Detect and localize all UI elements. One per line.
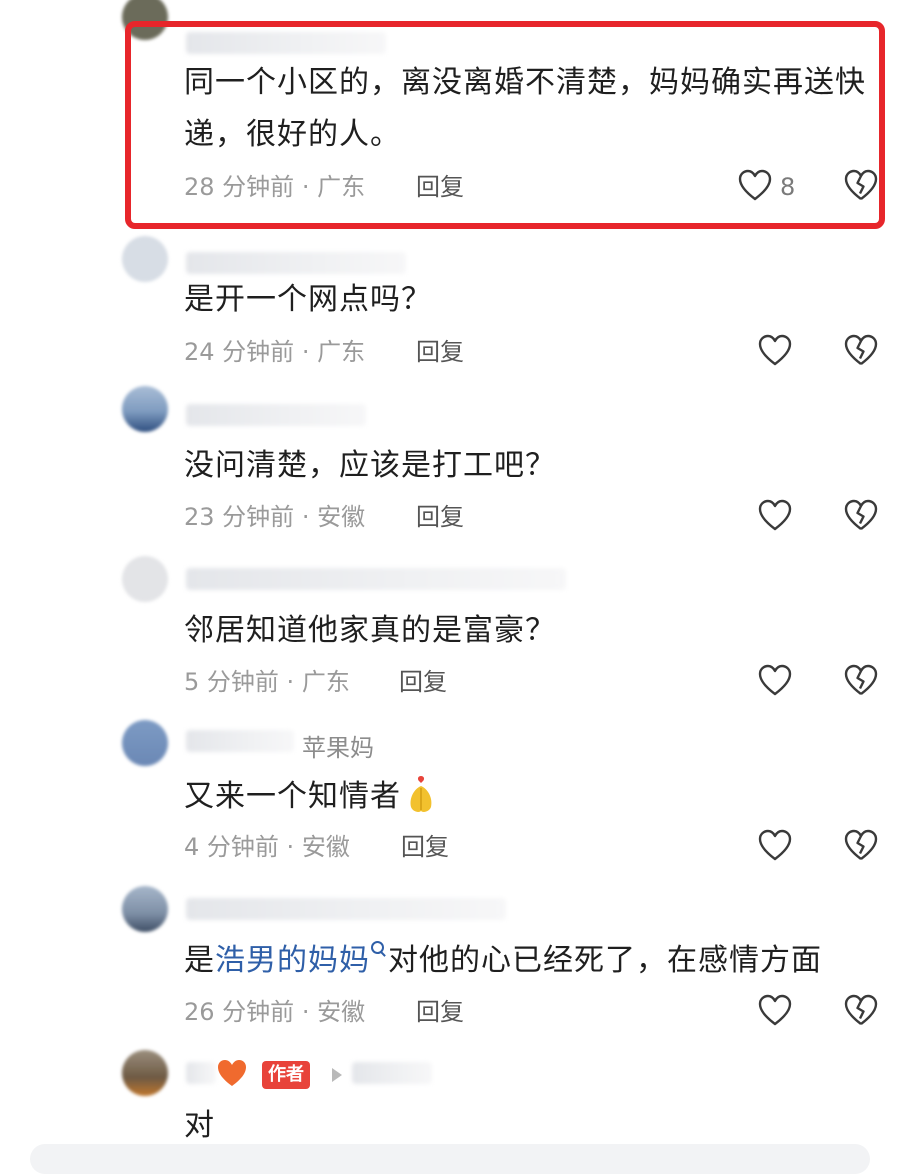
- meta-separator: ·: [286, 833, 295, 861]
- broken-heart-icon: [844, 499, 878, 530]
- comment-list: 同一个小区的，离没离婚不清楚，妈妈确实再送快递，很好的人。 28 分钟前 · 广…: [0, 0, 912, 1174]
- comment-time: 4 分钟前: [184, 833, 279, 861]
- comment-location: 安徽: [317, 503, 366, 531]
- reply-target-redacted: [352, 1062, 432, 1084]
- like-button[interactable]: [737, 168, 775, 204]
- heart-outline-icon: [758, 664, 792, 696]
- broken-heart-icon: [844, 829, 878, 860]
- broken-heart-icon: [844, 334, 878, 365]
- comment-meta: 26 分钟前 · 安徽: [184, 994, 365, 1030]
- heart-emoji-icon: [216, 1058, 248, 1088]
- mention-link[interactable]: 浩男的妈妈: [215, 943, 370, 978]
- avatar[interactable]: [122, 886, 168, 932]
- comment-text: 邻居知道他家真的是富豪？: [184, 613, 556, 648]
- heart-outline-icon: [758, 829, 792, 861]
- meta-separator: ·: [301, 338, 310, 366]
- username-redacted: [186, 898, 506, 920]
- like-button[interactable]: [757, 333, 795, 369]
- dislike-button[interactable]: [843, 663, 881, 699]
- reply-button[interactable]: 回复: [416, 334, 464, 370]
- broken-heart-icon: [844, 664, 878, 695]
- meta-separator: ·: [301, 173, 310, 201]
- like-button[interactable]: [757, 993, 795, 1029]
- heart-outline-icon: [758, 994, 792, 1026]
- meta-separator: ·: [301, 998, 310, 1026]
- username-redacted: [186, 568, 566, 590]
- comment-location: 安徽: [317, 998, 366, 1026]
- like-button[interactable]: [757, 828, 795, 864]
- comment-text-prefix: 是: [184, 943, 215, 978]
- heart-outline-icon: [758, 499, 792, 531]
- comment-meta: 24 分钟前 · 广东: [184, 334, 365, 370]
- reply-button[interactable]: 回复: [416, 499, 464, 535]
- pray-hands-emoji-icon: [405, 774, 437, 814]
- comment-text: 又来一个知情者: [184, 771, 872, 823]
- avatar[interactable]: [122, 556, 168, 602]
- broken-heart-icon: [844, 169, 878, 200]
- comment-time: 28 分钟前: [184, 173, 295, 201]
- comment-text: 是开一个网点吗？: [184, 282, 432, 317]
- comment-time: 24 分钟前: [184, 338, 295, 366]
- comment-location: 安徽: [301, 833, 350, 861]
- broken-heart-icon: [844, 994, 878, 1025]
- meta-separator: ·: [301, 503, 310, 531]
- comment-location: 广东: [301, 668, 350, 696]
- comment-text: 是浩男的妈妈 对他的心已经死了，在感情方面: [184, 935, 872, 987]
- heart-outline-icon: [758, 334, 792, 366]
- username-redacted: [186, 1062, 216, 1084]
- avatar[interactable]: [122, 720, 168, 766]
- heart-outline-icon: [738, 169, 772, 201]
- comment-text: 同一个小区的，离没离婚不清楚，妈妈确实再送快递，很好的人。: [184, 65, 866, 152]
- username-redacted: [186, 730, 294, 752]
- dislike-button[interactable]: [843, 168, 881, 204]
- meta-separator: ·: [286, 668, 295, 696]
- dislike-button[interactable]: [843, 498, 881, 534]
- comment-input-bar[interactable]: [30, 1144, 870, 1174]
- like-count: 8: [780, 173, 796, 201]
- comment-meta: 28 分钟前 · 广东: [184, 169, 365, 205]
- search-icon[interactable]: [371, 941, 384, 954]
- dislike-button[interactable]: [843, 828, 881, 864]
- comment-location: 广东: [317, 338, 366, 366]
- comment-meta: 23 分钟前 · 安徽: [184, 499, 365, 535]
- comment-time: 26 分钟前: [184, 998, 295, 1026]
- comment-meta: 5 分钟前 · 广东: [184, 664, 350, 700]
- reply-button[interactable]: 回复: [416, 169, 464, 205]
- username[interactable]: 苹果妈: [302, 728, 374, 763]
- dislike-button[interactable]: [843, 993, 881, 1029]
- reply-button[interactable]: 回复: [416, 994, 464, 1030]
- author-badge: 作者: [262, 1061, 310, 1089]
- comment-text-suffix: 对他的心已经死了，在感情方面: [388, 943, 822, 978]
- avatar[interactable]: [122, 386, 168, 432]
- reply-arrow-icon: [332, 1068, 342, 1082]
- avatar[interactable]: [122, 1050, 168, 1096]
- avatar[interactable]: [122, 236, 168, 282]
- comment-location: 广东: [317, 173, 366, 201]
- comment-meta: 4 分钟前 · 安徽: [184, 829, 350, 865]
- like-button[interactable]: [757, 498, 795, 534]
- username-redacted: [186, 404, 366, 426]
- username-redacted: [186, 252, 406, 274]
- reply-button[interactable]: 回复: [399, 664, 447, 700]
- dislike-button[interactable]: [843, 333, 881, 369]
- reply-button[interactable]: 回复: [401, 829, 449, 865]
- like-button[interactable]: [757, 663, 795, 699]
- comment-time: 23 分钟前: [184, 503, 295, 531]
- comment-text-content: 又来一个知情者: [184, 779, 401, 814]
- comment-time: 5 分钟前: [184, 668, 279, 696]
- comment-text: 没问清楚，应该是打工吧？: [184, 448, 556, 483]
